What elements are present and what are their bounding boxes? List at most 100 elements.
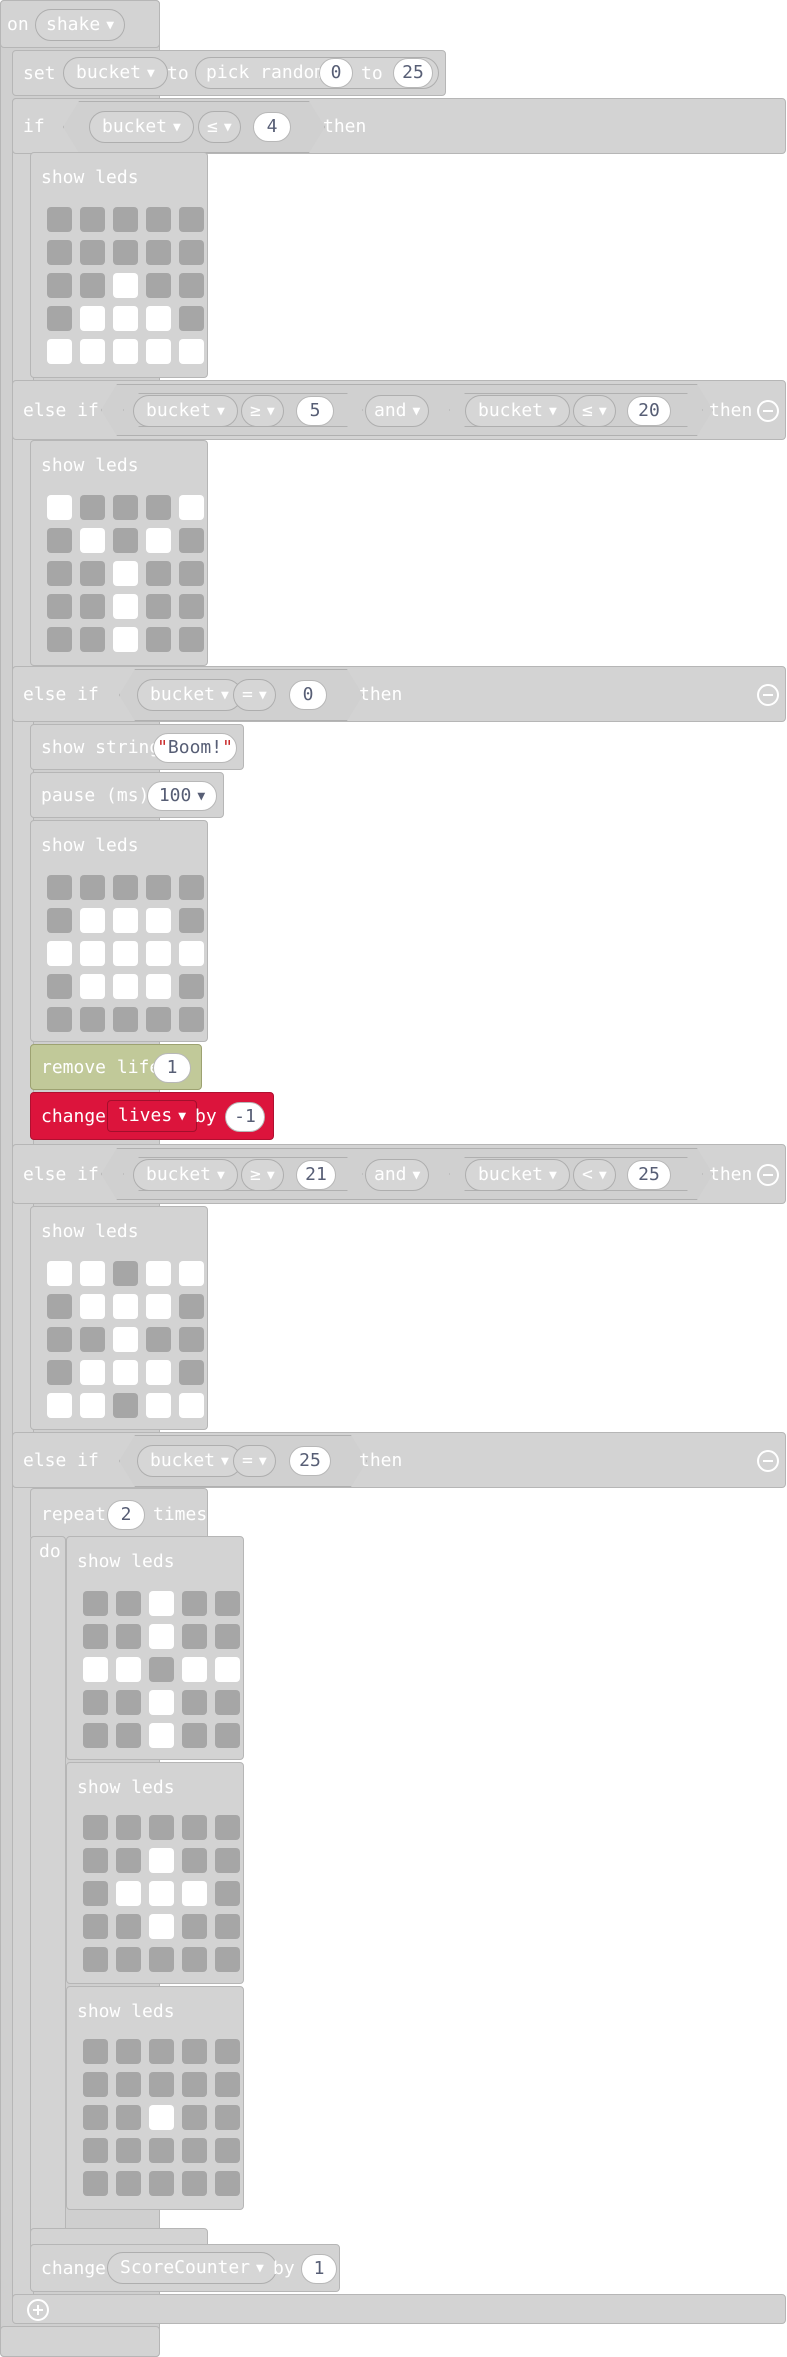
led-off[interactable] bbox=[182, 1690, 207, 1715]
compare-value-2a[interactable]: 5 bbox=[296, 396, 334, 426]
led-off[interactable] bbox=[116, 2171, 141, 2196]
led-on[interactable] bbox=[215, 1657, 240, 1682]
led-on[interactable] bbox=[149, 1723, 174, 1748]
led-off[interactable] bbox=[83, 2039, 108, 2064]
led-off[interactable] bbox=[83, 1591, 108, 1616]
remove-life-block[interactable]: remove life 1 bbox=[30, 1044, 202, 1090]
led-off[interactable] bbox=[113, 1261, 138, 1286]
remove-else-if-icon[interactable] bbox=[757, 1450, 779, 1472]
show-leds-block-5[interactable]: show leds bbox=[66, 1536, 244, 1760]
led-off[interactable] bbox=[83, 1914, 108, 1939]
led-off[interactable] bbox=[116, 2105, 141, 2130]
led-off[interactable] bbox=[179, 306, 204, 331]
led-on[interactable] bbox=[113, 306, 138, 331]
led-on[interactable] bbox=[47, 495, 72, 520]
led-on[interactable] bbox=[149, 1914, 174, 1939]
led-on[interactable] bbox=[47, 1261, 72, 1286]
led-on[interactable] bbox=[113, 1327, 138, 1352]
set-bucket-block[interactable]: set bucket ▼ to pick random 0 to 25 bbox=[12, 50, 446, 96]
led-on[interactable] bbox=[146, 1393, 171, 1418]
led-on[interactable] bbox=[182, 1657, 207, 1682]
led-off[interactable] bbox=[146, 1007, 171, 1032]
led-off[interactable] bbox=[146, 561, 171, 586]
string-input[interactable]: "Boom!" bbox=[153, 733, 237, 763]
led-on[interactable] bbox=[179, 339, 204, 364]
led-off[interactable] bbox=[47, 273, 72, 298]
and-dropdown-2[interactable]: and ▼ bbox=[365, 1159, 430, 1191]
led-on[interactable] bbox=[146, 1261, 171, 1286]
led-off[interactable] bbox=[179, 1294, 204, 1319]
on-shake-header[interactable]: on shake ▼ bbox=[0, 0, 160, 48]
led-off[interactable] bbox=[47, 594, 72, 619]
led-off[interactable] bbox=[182, 1848, 207, 1873]
led-off[interactable] bbox=[215, 2105, 240, 2130]
led-off[interactable] bbox=[47, 561, 72, 586]
led-on[interactable] bbox=[80, 1294, 105, 1319]
bucket-var-2a[interactable]: bucket ▼ bbox=[133, 395, 238, 427]
led-on[interactable] bbox=[113, 627, 138, 652]
compare-value-4a[interactable]: 21 bbox=[296, 1160, 336, 1190]
led-off[interactable] bbox=[149, 1657, 174, 1682]
led-off[interactable] bbox=[47, 627, 72, 652]
show-string-block[interactable]: show string "Boom!" bbox=[30, 724, 244, 770]
led-on[interactable] bbox=[80, 1261, 105, 1286]
led-off[interactable] bbox=[47, 875, 72, 900]
led-grid[interactable] bbox=[47, 207, 204, 364]
led-off[interactable] bbox=[179, 561, 204, 586]
led-off[interactable] bbox=[182, 1914, 207, 1939]
operator-dropdown-2b[interactable]: ≤ ▼ bbox=[573, 395, 616, 427]
led-off[interactable] bbox=[47, 974, 72, 999]
led-off[interactable] bbox=[83, 1723, 108, 1748]
operator-dropdown-2a[interactable]: ≥ ▼ bbox=[241, 395, 284, 427]
change-score-value[interactable]: 1 bbox=[301, 2254, 337, 2284]
led-off[interactable] bbox=[116, 1848, 141, 1873]
led-off[interactable] bbox=[215, 1947, 240, 1972]
compare-value-4b[interactable]: 25 bbox=[627, 1160, 671, 1190]
scorecounter-var-dropdown[interactable]: ScoreCounter ▼ bbox=[107, 2252, 277, 2284]
led-off[interactable] bbox=[215, 1881, 240, 1906]
led-on[interactable] bbox=[179, 941, 204, 966]
else-if-row-1[interactable]: else if bucket ▼ ≥ ▼ 5 and ▼ bucket ▼ ≤ ▼ 20 … bbox=[12, 380, 786, 440]
bucket-var-dropdown[interactable]: bucket ▼ bbox=[63, 57, 168, 89]
led-off[interactable] bbox=[149, 2039, 174, 2064]
led-off[interactable] bbox=[146, 240, 171, 265]
led-on[interactable] bbox=[113, 561, 138, 586]
led-off[interactable] bbox=[179, 1007, 204, 1032]
led-off[interactable] bbox=[146, 627, 171, 652]
led-off[interactable] bbox=[215, 1690, 240, 1715]
led-on[interactable] bbox=[80, 1360, 105, 1385]
led-off[interactable] bbox=[80, 207, 105, 232]
led-off[interactable] bbox=[80, 1327, 105, 1352]
led-on[interactable] bbox=[113, 594, 138, 619]
led-off[interactable] bbox=[179, 273, 204, 298]
led-off[interactable] bbox=[146, 495, 171, 520]
led-on[interactable] bbox=[146, 339, 171, 364]
compare-value-2b[interactable]: 20 bbox=[627, 396, 671, 426]
led-on[interactable] bbox=[47, 1393, 72, 1418]
led-off[interactable] bbox=[83, 2105, 108, 2130]
led-off[interactable] bbox=[215, 1815, 240, 1840]
led-on[interactable] bbox=[113, 908, 138, 933]
led-off[interactable] bbox=[179, 627, 204, 652]
bucket-var-4a[interactable]: bucket ▼ bbox=[133, 1159, 238, 1191]
led-off[interactable] bbox=[47, 1007, 72, 1032]
led-off[interactable] bbox=[182, 2105, 207, 2130]
led-off[interactable] bbox=[80, 495, 105, 520]
led-off[interactable] bbox=[146, 1327, 171, 1352]
pause-duration-dropdown[interactable]: 100 ▼ bbox=[147, 781, 217, 811]
led-off[interactable] bbox=[80, 875, 105, 900]
led-off[interactable] bbox=[116, 1815, 141, 1840]
led-off[interactable] bbox=[83, 2138, 108, 2163]
compare-value-5[interactable]: 25 bbox=[289, 1446, 331, 1476]
led-off[interactable] bbox=[80, 240, 105, 265]
operator-dropdown-5[interactable]: = ▼ bbox=[233, 1445, 276, 1477]
led-off[interactable] bbox=[113, 875, 138, 900]
bucket-var-5[interactable]: bucket ▼ bbox=[137, 1445, 242, 1477]
led-off[interactable] bbox=[47, 1327, 72, 1352]
led-on[interactable] bbox=[149, 2105, 174, 2130]
led-off[interactable] bbox=[182, 2039, 207, 2064]
led-off[interactable] bbox=[116, 1723, 141, 1748]
led-off[interactable] bbox=[215, 2072, 240, 2097]
led-on[interactable] bbox=[146, 1360, 171, 1385]
random-max-input[interactable]: 25 bbox=[393, 58, 433, 88]
